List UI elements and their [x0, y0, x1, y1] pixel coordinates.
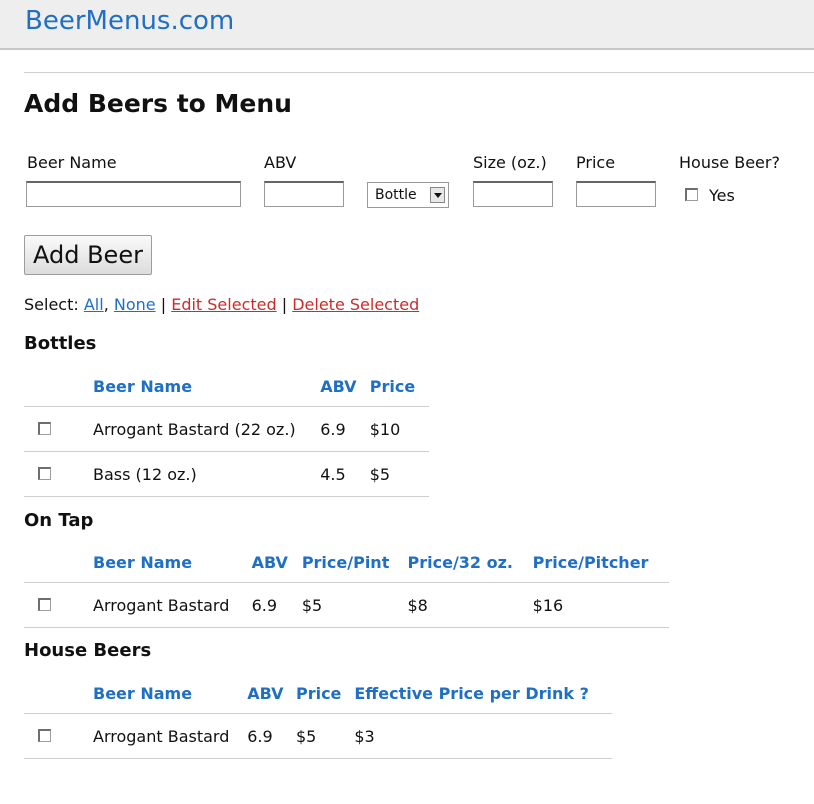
site-logo-link[interactable]: BeerMenus.com — [25, 6, 234, 36]
column-header-price-pint[interactable]: Price/Pint — [301, 542, 408, 583]
checkbox-column-header — [24, 366, 93, 407]
table-row: Bass (12 oz.) 4.5 $5 — [24, 451, 429, 497]
table-header-row: Beer Name ABV Price Effective Price per … — [24, 673, 612, 714]
table-row: Arrogant Bastard 6.9 $5 $3 — [24, 713, 612, 759]
column-header-price-32oz[interactable]: Price/32 oz. — [407, 542, 533, 583]
price-cell: $5 — [369, 451, 429, 497]
abv-cell: 4.5 — [320, 451, 370, 497]
table-header-row: Beer Name ABV Price — [24, 366, 429, 407]
size-input[interactable] — [473, 181, 553, 207]
column-header-abv[interactable]: ABV — [247, 673, 296, 714]
site-header: BeerMenus.com — [0, 0, 814, 50]
column-header-abv[interactable]: ABV — [320, 366, 370, 407]
abv-input[interactable] — [264, 181, 344, 207]
row-checkbox[interactable] — [38, 466, 51, 480]
beer-name-cell: Bass (12 oz.) — [93, 451, 321, 497]
column-header-beer-name[interactable]: Beer Name — [93, 542, 252, 583]
table-row: Arrogant Bastard (22 oz.) 6.9 $10 — [24, 406, 429, 452]
abv-cell: 6.9 — [320, 406, 370, 452]
price-input[interactable] — [576, 181, 656, 207]
column-header-price[interactable]: Price — [369, 366, 429, 407]
price-pitcher-cell: $16 — [532, 582, 669, 628]
price-pint-cell: $5 — [301, 582, 408, 628]
abv-cell: 6.9 — [247, 713, 296, 759]
price-cell: $5 — [295, 713, 355, 759]
separator: | — [281, 295, 288, 314]
table-header-row: Beer Name ABV Price/Pint Price/32 oz. Pr… — [24, 542, 669, 583]
house-beers-heading: House Beers — [24, 640, 152, 661]
column-header-effective-price[interactable]: Effective Price per Drink ? — [354, 673, 612, 714]
column-header-price[interactable]: Price — [295, 673, 355, 714]
checkbox-column-header — [24, 673, 93, 714]
select-label: Select: — [24, 295, 79, 314]
divider — [24, 72, 814, 73]
house-beers-table: Beer Name ABV Price Effective Price per … — [24, 673, 612, 759]
page-title: Add Beers to Menu — [24, 89, 292, 118]
chevron-down-icon[interactable] — [430, 187, 445, 203]
delete-selected-link[interactable]: Delete Selected — [292, 295, 419, 314]
beer-name-label: Beer Name — [27, 153, 117, 172]
on-tap-heading: On Tap — [24, 510, 94, 531]
select-bar: Select: All, None | Edit Selected | Dele… — [24, 295, 419, 314]
select-all-link[interactable]: All — [84, 295, 104, 314]
select-none-link[interactable]: None — [114, 295, 156, 314]
beer-name-cell: Arrogant Bastard — [93, 582, 252, 628]
checkbox-column-header — [24, 542, 93, 583]
on-tap-table: Beer Name ABV Price/Pint Price/32 oz. Pr… — [24, 542, 669, 628]
house-beer-label: House Beer? — [679, 153, 780, 172]
bottles-heading: Bottles — [24, 333, 97, 354]
price-cell: $10 — [369, 406, 429, 452]
add-beer-button[interactable]: Add Beer — [24, 235, 152, 275]
row-checkbox[interactable] — [38, 421, 51, 435]
select-comma: , — [103, 295, 109, 314]
price-32oz-cell: $8 — [407, 582, 533, 628]
table-row: Arrogant Bastard 6.9 $5 $8 $16 — [24, 582, 669, 628]
column-header-abv[interactable]: ABV — [251, 542, 302, 583]
bottles-table: Beer Name ABV Price Arrogant Bastard (22… — [24, 366, 429, 497]
container-select[interactable]: Bottle — [367, 182, 449, 208]
column-header-beer-name[interactable]: Beer Name — [93, 366, 321, 407]
column-header-beer-name[interactable]: Beer Name — [93, 673, 248, 714]
price-label: Price — [576, 153, 616, 172]
row-checkbox[interactable] — [38, 597, 51, 611]
edit-selected-link[interactable]: Edit Selected — [171, 295, 276, 314]
house-beer-yes-label: Yes — [709, 186, 735, 205]
beer-name-cell: Arrogant Bastard (22 oz.) — [93, 406, 321, 452]
container-select-value: Bottle — [375, 187, 417, 203]
row-checkbox[interactable] — [38, 728, 51, 742]
size-label: Size (oz.) — [473, 153, 547, 172]
beer-name-input[interactable] — [26, 181, 241, 207]
abv-label: ABV — [264, 153, 297, 172]
effective-price-cell: $3 — [354, 713, 612, 759]
abv-cell: 6.9 — [251, 582, 302, 628]
house-beer-checkbox[interactable] — [685, 188, 698, 201]
column-header-price-pitcher[interactable]: Price/Pitcher — [532, 542, 669, 583]
beer-name-cell: Arrogant Bastard — [93, 713, 248, 759]
separator: | — [160, 295, 167, 314]
